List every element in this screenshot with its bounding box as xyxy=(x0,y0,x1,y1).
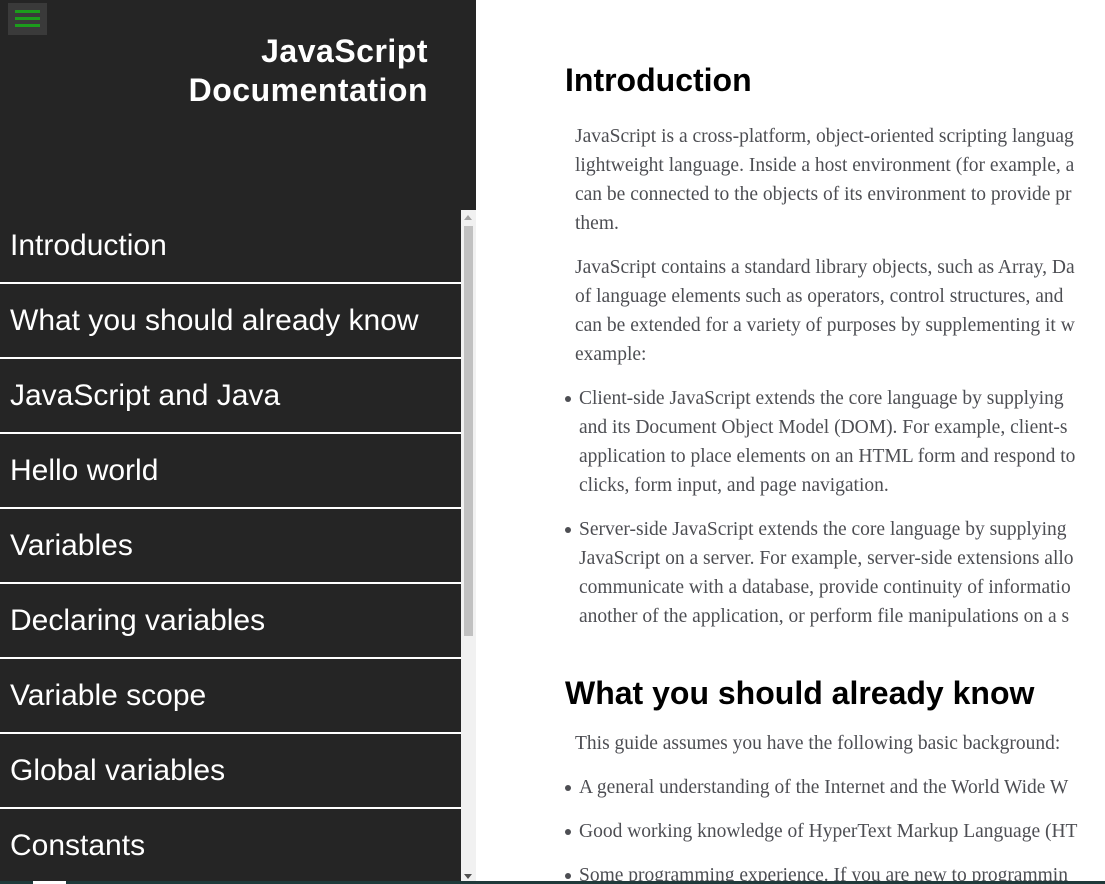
nav-item-constants[interactable]: Constants xyxy=(0,809,461,884)
list-item: Server-side JavaScript extends the core … xyxy=(565,515,1105,631)
bullet-icon xyxy=(565,396,571,402)
hamburger-menu-icon[interactable] xyxy=(8,3,47,35)
nav-item-variables[interactable]: Variables xyxy=(0,509,461,584)
section-what-you-should-already-know: What you should already know This guide … xyxy=(565,675,1105,884)
intro-paragraph-2: JavaScript contains a standard library o… xyxy=(575,257,1075,365)
bullet-icon xyxy=(565,785,571,791)
section-heading: Introduction xyxy=(565,62,752,98)
sidebar-title-line2: Documentation xyxy=(188,72,428,108)
scroll-up-arrow-icon[interactable] xyxy=(464,215,472,220)
sidebar: JavaScript Documentation Introduction Wh… xyxy=(0,0,476,884)
sidebar-title: JavaScript Documentation xyxy=(28,32,428,110)
intro-bullet-list: Client-side JavaScript extends the core … xyxy=(565,384,1105,631)
nav-item-hello-world[interactable]: Hello world xyxy=(0,434,461,509)
intro-paragraph-1: JavaScript is a cross-platform, object-o… xyxy=(575,126,1075,234)
sidebar-nav: Introduction What you should already kno… xyxy=(0,209,461,884)
list-item: A general understanding of the Internet … xyxy=(565,773,1105,802)
section-introduction: Introduction JavaScript is a cross-platf… xyxy=(565,62,1105,631)
bullet-icon xyxy=(565,873,571,879)
scroll-down-arrow-icon[interactable] xyxy=(464,874,472,879)
bullet-icon xyxy=(565,527,571,533)
know-bullet-list: A general understanding of the Internet … xyxy=(565,773,1105,884)
bullet-icon xyxy=(565,829,571,835)
sidebar-scrollbar[interactable] xyxy=(461,210,476,884)
nav-item-global-variables[interactable]: Global variables xyxy=(0,734,461,809)
nav-item-variable-scope[interactable]: Variable scope xyxy=(0,659,461,734)
nav-item-what-you-should-already-know[interactable]: What you should already know xyxy=(0,284,461,359)
list-item: Client-side JavaScript extends the core … xyxy=(565,384,1105,500)
list-item: Good working knowledge of HyperText Mark… xyxy=(565,817,1105,846)
nav-item-declaring-variables[interactable]: Declaring variables xyxy=(0,584,461,659)
sidebar-title-line1: JavaScript xyxy=(261,33,428,69)
main-content: Introduction JavaScript is a cross-platf… xyxy=(476,0,1105,884)
nav-item-javascript-and-java[interactable]: JavaScript and Java xyxy=(0,359,461,434)
sidebar-scrollbar-thumb[interactable] xyxy=(464,226,473,636)
nav-item-introduction[interactable]: Introduction xyxy=(0,209,461,284)
section-heading: What you should already know xyxy=(565,675,1035,711)
know-paragraph: This guide assumes you have the followin… xyxy=(575,733,1061,754)
